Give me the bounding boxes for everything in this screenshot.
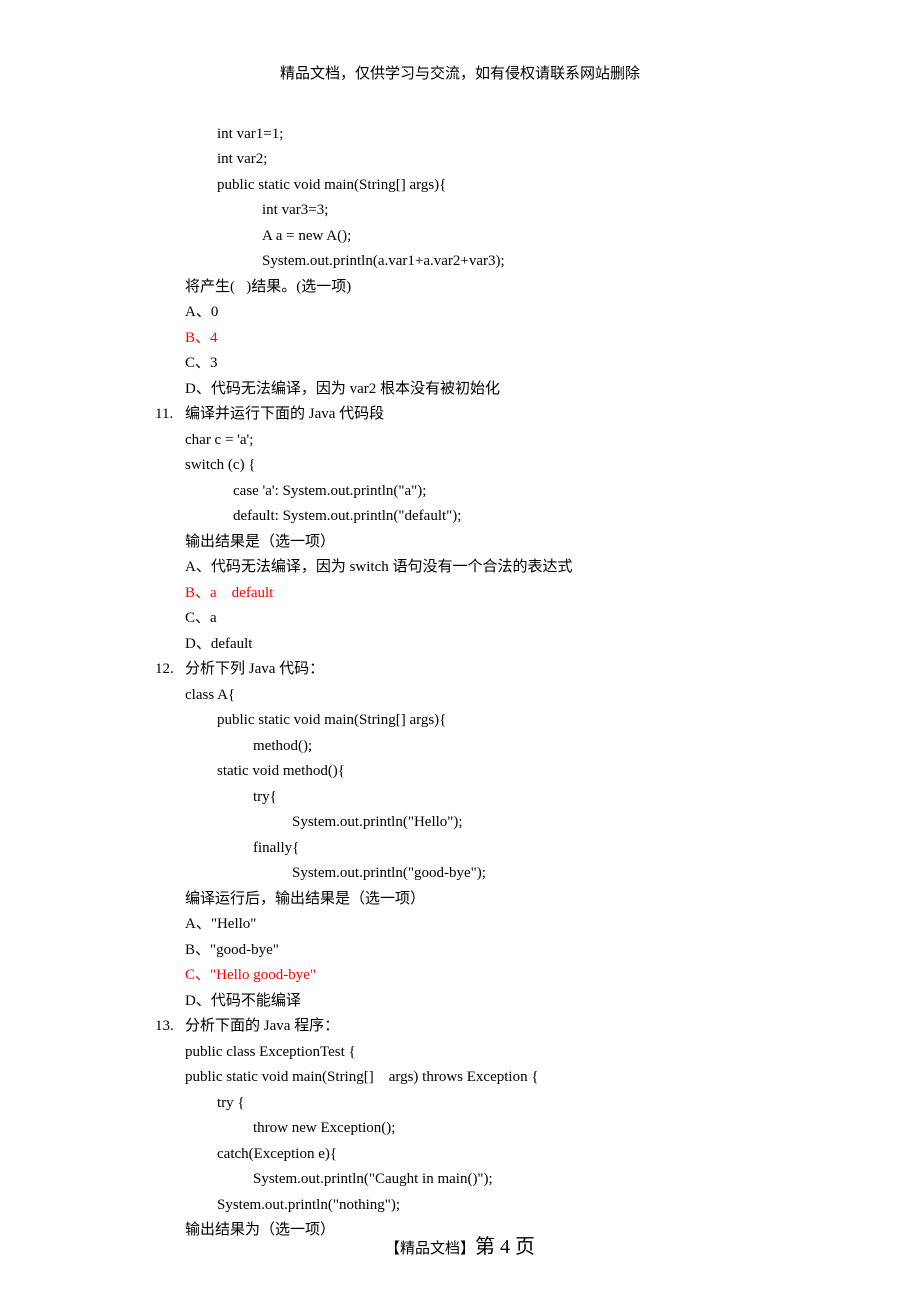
option-d: D、代码不能编译	[155, 989, 920, 1015]
code-line: int var1=1;	[155, 122, 920, 148]
question-title: 分析下面的 Java 程序：	[185, 1018, 339, 1034]
document-footer: 【精品文档】第 4 页	[0, 1230, 920, 1264]
code-line: try {	[155, 1091, 920, 1117]
code-line: System.out.println("good-bye");	[155, 861, 920, 887]
code-line: int var3=3;	[155, 198, 920, 224]
code-line: System.out.println(a.var1+a.var2+var3);	[155, 249, 920, 275]
code-line: try{	[155, 785, 920, 811]
question-prompt: 编译运行后，输出结果是（选一项）	[155, 887, 920, 913]
question-12: 12.分析下列 Java 代码：	[155, 657, 920, 683]
code-line: case 'a': System.out.println("a");	[155, 479, 920, 505]
option-d: D、default	[155, 632, 920, 658]
code-line: finally{	[155, 836, 920, 862]
code-line: A a = new A();	[155, 224, 920, 250]
option-c: C、3	[155, 351, 920, 377]
code-line: char c = 'a';	[155, 428, 920, 454]
option-a: A、0	[155, 300, 920, 326]
question-number: 13.	[155, 1014, 185, 1040]
footer-label: 【精品文档】	[385, 1241, 475, 1257]
code-line: System.out.println("Caught in main()");	[155, 1167, 920, 1193]
code-line: int var2;	[155, 147, 920, 173]
question-number: 11.	[155, 402, 185, 428]
question-number: 12.	[155, 657, 185, 683]
code-line: static void method(){	[155, 759, 920, 785]
code-line: default: System.out.println("default");	[155, 504, 920, 530]
option-c-answer: C、"Hello good-bye"	[155, 963, 920, 989]
option-a: A、"Hello"	[155, 912, 920, 938]
code-line: System.out.println("Hello");	[155, 810, 920, 836]
option-d: D、代码无法编译，因为 var2 根本没有被初始化	[155, 377, 920, 403]
question-title: 编译并运行下面的 Java 代码段	[185, 406, 384, 422]
code-line: switch (c) {	[155, 453, 920, 479]
code-line: method();	[155, 734, 920, 760]
option-c: C、a	[155, 606, 920, 632]
question-11: 11.编译并运行下面的 Java 代码段	[155, 402, 920, 428]
code-line: public static void main(String[] args){	[155, 708, 920, 734]
code-line: throw new Exception();	[155, 1116, 920, 1142]
question-prompt: 将产生( )结果。(选一项)	[155, 275, 920, 301]
code-line: System.out.println("nothing");	[155, 1193, 920, 1219]
code-line: public static void main(String[] args){	[155, 173, 920, 199]
question-13: 13.分析下面的 Java 程序：	[155, 1014, 920, 1040]
code-line: catch(Exception e){	[155, 1142, 920, 1168]
option-b: B、"good-bye"	[155, 938, 920, 964]
code-line: public static void main(String[] args) t…	[155, 1065, 920, 1091]
document-content: int var1=1; int var2; public static void…	[0, 88, 920, 1244]
code-line: class A{	[155, 683, 920, 709]
document-header: 精品文档，仅供学习与交流，如有侵权请联系网站删除	[0, 0, 920, 88]
option-a: A、代码无法编译，因为 switch 语句没有一个合法的表达式	[155, 555, 920, 581]
code-line: public class ExceptionTest {	[155, 1040, 920, 1066]
option-b-answer: B、a default	[155, 581, 920, 607]
question-title: 分析下列 Java 代码：	[185, 661, 324, 677]
question-prompt: 输出结果是（选一项）	[155, 530, 920, 556]
option-b-answer: B、4	[155, 326, 920, 352]
page-number: 第 4 页	[475, 1236, 535, 1258]
